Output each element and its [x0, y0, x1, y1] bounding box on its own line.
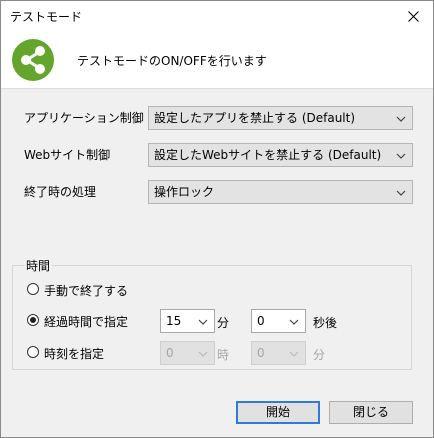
clock-hour-value: 0: [166, 346, 174, 360]
web-control-select[interactable]: 設定したWebサイトを禁止する (Default): [148, 143, 413, 167]
header-banner: テストモードのON/OFFを行います: [1, 31, 433, 89]
start-button[interactable]: 開始: [236, 401, 320, 424]
chevron-down-icon: [396, 144, 406, 166]
radio-dot: [27, 283, 39, 295]
title-bar: テストモード: [1, 1, 433, 31]
end-action-label: 終了時の処理: [24, 185, 97, 199]
clock-minute-value: 0: [257, 346, 265, 360]
clock-hour-select[interactable]: 0: [160, 341, 215, 365]
app-control-value: 設定したアプリを禁止する (Default): [154, 111, 356, 125]
app-control-select[interactable]: 設定したアプリを禁止する (Default): [148, 106, 413, 130]
elapsed-minutes-select[interactable]: 15: [160, 309, 215, 333]
elapsed-seconds-select[interactable]: 0: [251, 309, 306, 333]
clock-minute-select[interactable]: 0: [251, 341, 306, 365]
web-control-value: 設定したWebサイトを禁止する (Default): [154, 148, 382, 162]
elapsed-minutes-value: 15: [166, 314, 182, 328]
elapsed-seconds-value: 0: [257, 314, 265, 328]
close-button[interactable]: 閉じる: [329, 401, 413, 424]
chevron-down-icon: [289, 310, 299, 332]
radio-specify-time-label: 時刻を指定: [44, 347, 105, 361]
end-action-select[interactable]: 操作ロック: [148, 180, 413, 204]
radio-manual-end-label: 手動で終了する: [44, 284, 129, 298]
seconds-unit-label: 秒後: [313, 316, 338, 330]
close-window-button[interactable]: [393, 1, 433, 31]
close-icon: [407, 11, 419, 22]
chevron-down-icon: [198, 342, 208, 364]
chevron-down-icon: [396, 181, 406, 203]
web-control-label: Webサイト制御: [24, 148, 111, 162]
app-control-label: アプリケーション制御: [24, 111, 144, 125]
header-description: テストモードのON/OFFを行います: [77, 54, 267, 68]
minutes-unit-label: 分: [217, 316, 230, 330]
time-group-title: 時間: [24, 257, 53, 274]
hour-unit-label: 時: [217, 348, 230, 362]
share-icon: [12, 39, 54, 81]
window-title: テストモード: [10, 10, 83, 24]
radio-dot: [27, 346, 39, 358]
end-action-value: 操作ロック: [154, 185, 215, 199]
radio-dot-selected: [27, 314, 39, 326]
dialog-window: テストモード テストモードのON/OFFを行います アプリケーション制御 設定し…: [0, 0, 434, 438]
clock-minute-unit-label: 分: [313, 348, 326, 362]
chevron-down-icon: [198, 310, 208, 332]
chevron-down-icon: [289, 342, 299, 364]
radio-elapsed-time-label: 経過時間で指定: [44, 315, 129, 329]
chevron-down-icon: [396, 107, 406, 129]
